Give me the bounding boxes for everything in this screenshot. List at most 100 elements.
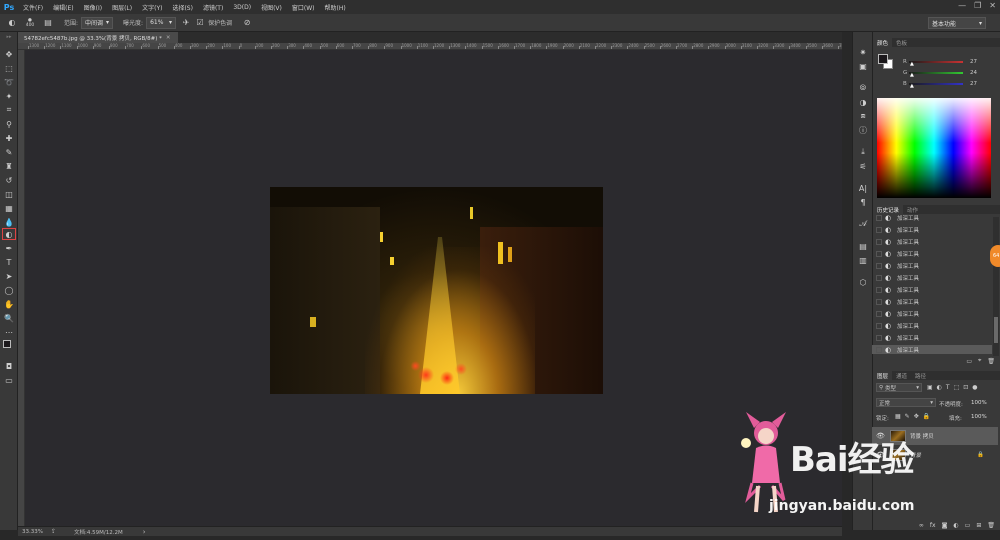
- eyedropper-tool-icon[interactable]: ⚲: [2, 118, 16, 130]
- menu-type[interactable]: 文字(Y): [137, 3, 167, 12]
- history-checkbox[interactable]: [876, 226, 882, 233]
- styles-panel-icon[interactable]: ⧈: [856, 110, 870, 122]
- eraser-tool-icon[interactable]: ◫: [2, 188, 16, 200]
- lock-pixels-icon[interactable]: ✎: [905, 413, 910, 420]
- slider-b-track[interactable]: ▲: [909, 82, 963, 89]
- history-item-current[interactable]: ◐ 加深工具: [872, 345, 992, 354]
- quick-mask-icon[interactable]: ◘: [2, 360, 16, 372]
- foreground-swatch[interactable]: [878, 54, 888, 64]
- history-checkbox[interactable]: [876, 322, 882, 329]
- menu-file[interactable]: 文件(F): [18, 3, 48, 12]
- history-item[interactable]: ◐ 加深工具: [872, 261, 992, 270]
- blur-tool-icon[interactable]: 💧: [2, 216, 16, 228]
- healing-brush-tool-icon[interactable]: ✚: [2, 132, 16, 144]
- menu-select[interactable]: 选择(S): [167, 3, 198, 12]
- history-item[interactable]: ◐ 加深工具: [872, 321, 992, 330]
- menu-view[interactable]: 视图(V): [256, 3, 287, 12]
- paragraph-icon[interactable]: ¶: [856, 196, 870, 208]
- document-image[interactable]: [270, 187, 603, 394]
- adjustment-filter-icon[interactable]: ◐: [937, 384, 942, 391]
- lock-position-icon[interactable]: ✥: [914, 413, 919, 420]
- layer-filter-select[interactable]: ⚲ 类型 ▾: [876, 383, 922, 392]
- screen-mode-icon[interactable]: ▭: [2, 374, 16, 386]
- new-layer-icon[interactable]: ⊞: [976, 522, 981, 529]
- glyphs-icon[interactable]: 𝒜: [856, 218, 870, 230]
- menu-window[interactable]: 窗口(W): [287, 3, 320, 12]
- clone-stamp-tool-icon[interactable]: ♜: [2, 160, 16, 172]
- history-checkbox[interactable]: [876, 262, 882, 269]
- history-item[interactable]: ◐ 加深工具: [872, 237, 992, 246]
- menu-layer[interactable]: 图层(L): [107, 3, 137, 12]
- 3d-panel-icon[interactable]: ⬡: [856, 276, 870, 288]
- tab-paths[interactable]: 路径: [911, 372, 930, 380]
- brush-panel-toggle-icon[interactable]: ▤: [42, 17, 54, 29]
- menu-image[interactable]: 图像(I): [79, 3, 107, 12]
- document-tab[interactable]: 54782efc5487b.jpg @ 33.3%(背景 拷贝, RGB/8#)…: [18, 32, 178, 43]
- history-item[interactable]: ◐ 加深工具: [872, 297, 992, 306]
- minimize-button[interactable]: —: [958, 1, 966, 10]
- history-checkbox[interactable]: [876, 214, 882, 221]
- new-group-icon[interactable]: ▭: [965, 522, 971, 529]
- history-checkbox[interactable]: [876, 250, 882, 257]
- slider-r[interactable]: R ▲ 27: [903, 57, 999, 67]
- smart-filter-icon[interactable]: ⊡: [963, 384, 968, 391]
- color-swatches-icon[interactable]: [2, 339, 16, 353]
- color-swatch-pair[interactable]: [878, 54, 894, 70]
- character-icon[interactable]: A|: [856, 182, 870, 194]
- tab-swatches[interactable]: 色板: [892, 39, 911, 47]
- history-brush-tool-icon[interactable]: ↺: [2, 174, 16, 186]
- history-panel-icon[interactable]: ✷: [856, 46, 870, 58]
- lock-all-icon[interactable]: 🔒: [923, 413, 930, 420]
- ruler-horizontal[interactable]: 1300 1200 1100 1000 900 800 700 600 500 400 300 200…: [18, 43, 842, 50]
- type-filter-icon[interactable]: T: [946, 384, 950, 391]
- layer-style-icon[interactable]: fx: [930, 522, 936, 529]
- adjustment-layer-icon[interactable]: ◐: [953, 522, 958, 529]
- lasso-tool-icon[interactable]: ➰: [2, 76, 16, 88]
- color-spectrum[interactable]: [877, 98, 991, 198]
- pressure-size-icon[interactable]: ⊘: [241, 17, 253, 29]
- slider-thumb-icon[interactable]: ▲: [910, 83, 914, 89]
- range-select[interactable]: 中间调 ▾: [81, 16, 114, 29]
- type-tool-icon[interactable]: T: [2, 256, 16, 268]
- history-item[interactable]: ◐ 加深工具: [872, 309, 992, 318]
- info-panel-icon[interactable]: ⓘ: [856, 124, 870, 136]
- slider-r-value[interactable]: 27: [970, 59, 977, 65]
- pixel-filter-icon[interactable]: ▣: [927, 384, 933, 391]
- zoom-level[interactable]: 33.33%: [22, 529, 43, 535]
- brush-settings-icon[interactable]: ⚟: [856, 160, 870, 172]
- properties-panel-icon[interactable]: ⦾: [856, 82, 870, 94]
- slider-g-value[interactable]: 24: [970, 70, 977, 76]
- layer-name[interactable]: 背景 拷贝: [910, 432, 934, 440]
- hand-tool-icon[interactable]: ✋: [2, 298, 16, 310]
- history-item[interactable]: ◐ 加深工具: [872, 285, 992, 294]
- ellipse-tool-icon[interactable]: ◯: [2, 284, 16, 296]
- slider-thumb-icon[interactable]: ▲: [910, 61, 914, 67]
- delete-layer-icon[interactable]: 🗑: [987, 522, 995, 529]
- tab-color[interactable]: 颜色: [873, 38, 893, 47]
- marquee-tool-icon[interactable]: ⬚: [2, 62, 16, 74]
- delete-icon[interactable]: 🗑: [987, 358, 995, 365]
- ruler-vertical[interactable]: [18, 50, 25, 526]
- libraries-icon[interactable]: ▤: [856, 240, 870, 252]
- opacity-value[interactable]: 100%: [971, 400, 987, 406]
- link-layers-icon[interactable]: ∞: [919, 522, 924, 529]
- share-icon[interactable]: ⇪: [51, 528, 56, 535]
- menu-filter[interactable]: 滤镜(T): [198, 3, 228, 12]
- magic-wand-tool-icon[interactable]: ✦: [2, 90, 16, 102]
- burn-tool-icon[interactable]: ◐: [2, 228, 16, 240]
- layer-mask-icon[interactable]: ◙: [942, 522, 948, 529]
- burn-tool-preset-icon[interactable]: ◐: [6, 17, 18, 29]
- tab-layers[interactable]: 图层: [873, 371, 893, 380]
- snapshot-icon[interactable]: ⌖: [978, 357, 981, 365]
- exposure-input[interactable]: 61% ▾: [146, 16, 177, 29]
- history-item[interactable]: ◐ 加深工具: [872, 249, 992, 258]
- menu-3d[interactable]: 3D(D): [228, 4, 256, 11]
- lock-transparency-icon[interactable]: ▦: [895, 413, 901, 420]
- filter-toggle-icon[interactable]: ●: [972, 384, 977, 391]
- history-scroll-thumb[interactable]: [994, 317, 998, 343]
- brush-presets-icon[interactable]: ⤓: [856, 146, 870, 158]
- shape-filter-icon[interactable]: ⬚: [954, 384, 960, 391]
- path-selection-tool-icon[interactable]: ➤: [2, 270, 16, 282]
- gradient-tool-icon[interactable]: ▦: [2, 202, 16, 214]
- crop-tool-icon[interactable]: ⌗: [2, 104, 16, 116]
